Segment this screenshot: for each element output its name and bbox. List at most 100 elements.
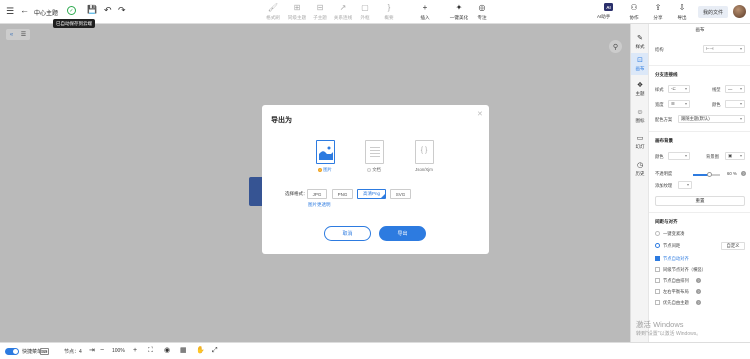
chevron-down-icon: ▾: [686, 182, 689, 187]
reset-button[interactable]: 重置: [655, 196, 745, 206]
ai-assistant-icon[interactable]: AI: [604, 3, 613, 11]
compact-radio[interactable]: [655, 231, 660, 236]
sidebar-toggle-icon[interactable]: ⇥: [89, 347, 95, 354]
option-svg[interactable]: SVG: [390, 189, 411, 199]
line-color-label: 颜色: [712, 102, 721, 107]
structure-layout-icon: ⊢⊣: [706, 46, 714, 51]
checkbox-label: 节点自由排列: [663, 278, 689, 283]
back-arrow-icon[interactable]: ←: [20, 6, 29, 15]
line-style-select[interactable]: -⊏ ▾: [668, 85, 690, 93]
option-jpg[interactable]: JPG: [307, 189, 327, 199]
save-icon[interactable]: 💾: [87, 6, 97, 14]
canvas-icon: ⊡: [637, 57, 643, 64]
color-scheme-select[interactable]: 跟随主题(默认) ▾: [678, 115, 745, 123]
zoom-level[interactable]: 100%: [112, 348, 125, 354]
radio-icon: [367, 168, 372, 172]
bg-image-select[interactable]: ▣ ▾: [725, 152, 745, 160]
minimap-icon[interactable]: ▦: [180, 347, 187, 354]
compact-label: 一键变紧凑: [663, 231, 685, 236]
redo-icon[interactable]: ↷: [118, 6, 126, 15]
summary-button[interactable]: } 概要: [376, 3, 402, 21]
avatar[interactable]: [733, 5, 746, 18]
transparent-image-link[interactable]: 图片更透明: [308, 202, 331, 208]
my-files-button[interactable]: 我的文件: [698, 6, 728, 18]
balance-layout-checkbox[interactable]: [655, 289, 660, 294]
format-image-option[interactable]: 图片: [314, 140, 336, 173]
menu-icon[interactable]: ☰: [6, 7, 14, 16]
sibling-align-checkbox[interactable]: [655, 267, 660, 272]
slider-handle[interactable]: [706, 172, 712, 177]
checkbox-label: 优先自由主题: [663, 300, 689, 305]
tab-slides[interactable]: ▭ 幻灯: [631, 132, 649, 152]
format-document-option[interactable]: 文档: [363, 140, 385, 173]
zoom-in-icon[interactable]: +: [133, 347, 137, 354]
undo-icon[interactable]: ↶: [104, 6, 112, 15]
free-arrange-checkbox[interactable]: [655, 278, 660, 283]
activation-watermark-text: 转到"设置"以激活 Windows。: [636, 331, 702, 337]
help-icon[interactable]: ?: [696, 289, 701, 294]
option-hd-png[interactable]: 高清Png: [357, 189, 386, 199]
export-button[interactable]: ⇩ 导出: [669, 3, 695, 21]
line-color-select[interactable]: ▾: [725, 100, 745, 108]
insert-button[interactable]: + 插入: [412, 3, 438, 21]
export-dialog: 导出为 ✕ 图片 文档 { } Json/Xjm 选择格式： JPG PNG 高…: [262, 105, 489, 254]
structure-select[interactable]: ⊢⊣ ▾: [703, 45, 745, 53]
collaborate-button[interactable]: ⚇ 协作: [621, 3, 647, 21]
help-icon[interactable]: ?: [741, 171, 746, 176]
node-spacing-label: 节点间距: [663, 243, 681, 248]
export-icon: ⇩: [678, 3, 686, 12]
custom-spacing-button[interactable]: 自定义: [721, 242, 745, 250]
insert-icon: +: [422, 3, 428, 12]
radio-icon: [318, 168, 323, 172]
help-icon[interactable]: ?: [696, 300, 701, 305]
option-png[interactable]: PNG: [332, 189, 353, 199]
quick-menu-toggle[interactable]: [5, 348, 19, 355]
icon-library-icon: ☺: [636, 109, 644, 116]
autosave-tooltip: 已自动保存到云端: [53, 19, 95, 28]
theme-icon: ❖: [636, 82, 644, 89]
collaborate-icon: ⚇: [630, 3, 638, 12]
focus-button[interactable]: ◎ 专注: [469, 3, 495, 21]
tab-theme[interactable]: ❖ 主题: [631, 79, 649, 99]
bottom-status-bar: 快捷菜单 ⌨ 节点：4 ⇥ − 100% + ⛶ ◉ ▦ ✋ ⤢: [0, 342, 750, 359]
tab-style[interactable]: ✎ 样式: [631, 32, 649, 52]
line-type-label: 线型: [712, 87, 721, 92]
tab-icons[interactable]: ☺ 图标: [631, 106, 649, 126]
free-topic-checkbox[interactable]: [655, 300, 660, 305]
node-spacing-radio[interactable]: [655, 243, 660, 248]
texture-select[interactable]: ▾: [678, 181, 692, 189]
tab-history[interactable]: ◷ 历史: [631, 159, 649, 179]
document-title[interactable]: 中心主题: [34, 8, 58, 17]
format-painter-button[interactable]: 🖌 格式刷: [260, 3, 286, 21]
auto-align-checkbox[interactable]: [655, 256, 660, 261]
export-confirm-button[interactable]: 导出: [379, 226, 426, 241]
locate-icon[interactable]: ◉: [164, 347, 170, 354]
side-tab-bar: ✎ 样式 ⊡ 画布 ❖ 主题 ☺ 图标 ▭ 幻灯 ◷ 历史: [630, 24, 649, 342]
opacity-slider[interactable]: [693, 172, 720, 177]
share-icon: ⇪: [654, 3, 662, 12]
zoom-out-icon[interactable]: −: [100, 347, 104, 354]
panel-title: 画布: [695, 27, 705, 32]
fit-screen-icon[interactable]: ⛶: [148, 347, 153, 354]
connector-icon: -⊏: [671, 86, 677, 91]
cloud-saved-icon[interactable]: ✓: [67, 6, 76, 15]
outer-frame-button[interactable]: ▢ 外框: [352, 3, 378, 21]
hand-tool-icon[interactable]: ✋: [196, 347, 205, 354]
style-icon: ✎: [637, 35, 643, 42]
close-icon[interactable]: ✕: [477, 110, 483, 118]
format-json-option[interactable]: { } Json/Xjm: [413, 140, 435, 172]
help-icon[interactable]: ?: [696, 278, 701, 283]
bg-color-select[interactable]: ▾: [668, 152, 690, 160]
ai-assistant-label[interactable]: AI助手: [597, 14, 610, 20]
canvas-settings-panel: 画布 结构 ⊢⊣ ▾ 分支连接线 样式 -⊏ ▾ 线型 — ▾ 宽度 ☰ ▾ 颜色 ▾ …: [648, 24, 750, 342]
line-width-select[interactable]: ☰ ▾: [668, 100, 690, 108]
keyboard-icon[interactable]: ⌨: [40, 348, 49, 355]
bg-color-label: 颜色: [655, 154, 664, 159]
history-icon: ◷: [636, 162, 644, 169]
focus-icon: ◎: [478, 3, 486, 12]
share-button[interactable]: ⇪ 分享: [645, 3, 671, 21]
tab-canvas[interactable]: ⊡ 画布: [631, 53, 649, 75]
fullscreen-icon[interactable]: ⤢: [212, 347, 218, 354]
cancel-button[interactable]: 取消: [324, 226, 371, 241]
line-type-select[interactable]: — ▾: [725, 85, 745, 93]
